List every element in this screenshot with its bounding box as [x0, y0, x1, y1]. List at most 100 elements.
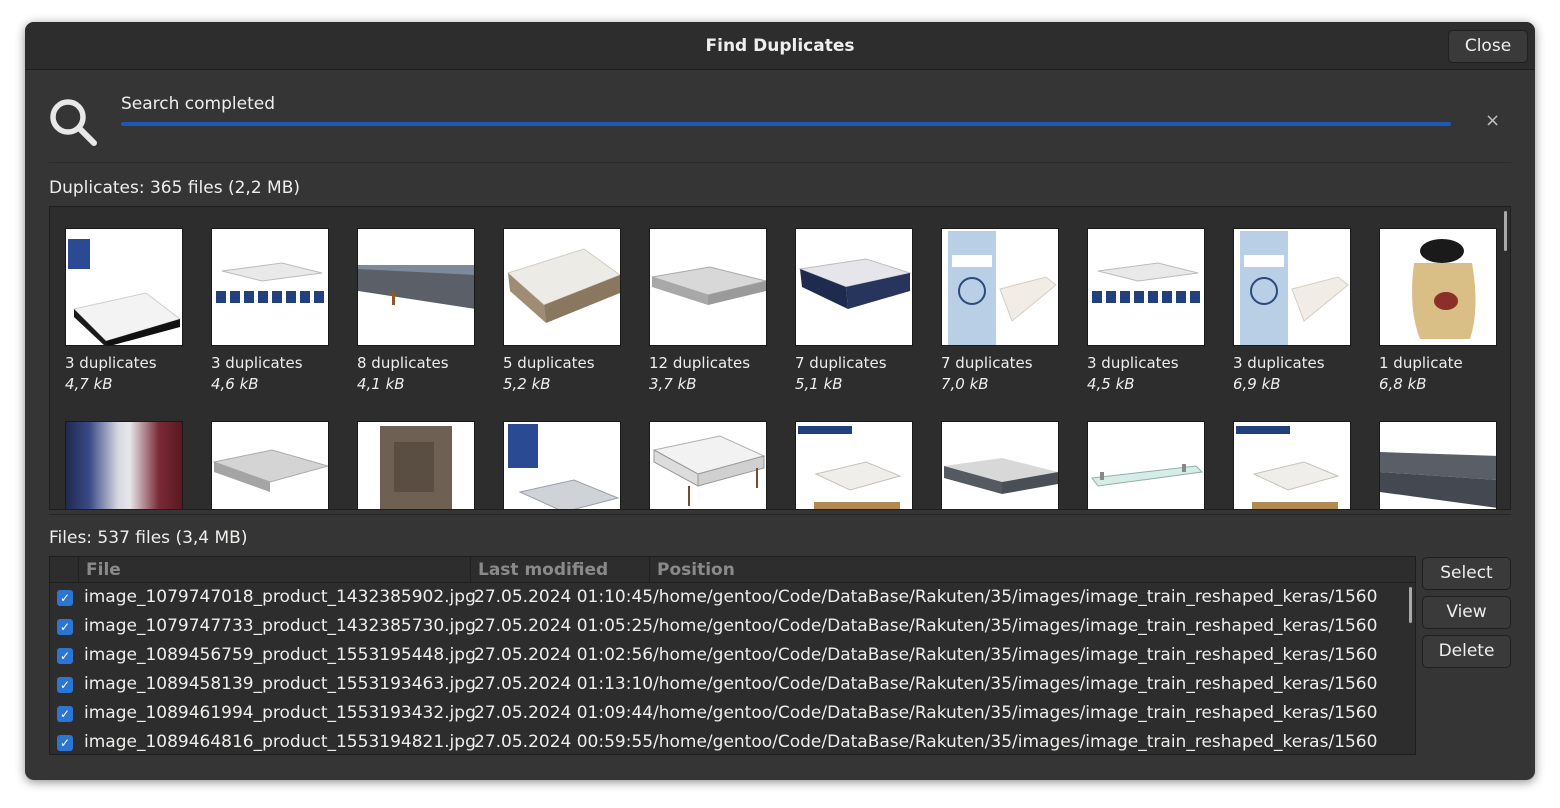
thumbnail-thin-mattress-2[interactable] — [211, 421, 329, 509]
last-modified-cell: 27.05.2024 00:59:55 — [474, 732, 654, 752]
shelf-image-icon — [1091, 464, 1204, 487]
duplicate-item[interactable] — [211, 421, 329, 509]
table-row[interactable]: ✓ image_1089456759_product_1553195448.jp… — [50, 643, 1410, 672]
thumbnail-topper-features[interactable] — [211, 228, 329, 346]
dismiss-search-icon[interactable]: × — [1485, 110, 1500, 131]
position-cell: /home/gentoo/Code/DataBase/Rakuten/35/im… — [653, 674, 1378, 694]
table-scrollbar[interactable] — [1409, 587, 1412, 623]
duplicate-item[interactable]: 5 duplicates 5,2 kB — [503, 228, 621, 393]
table-row[interactable]: ✓ image_1079747018_product_1432385902.jp… — [50, 585, 1410, 614]
duplicate-size: 4,5 kB — [1087, 375, 1135, 393]
table-header: File Last modified Position — [50, 557, 1415, 583]
close-button[interactable]: Close — [1448, 30, 1528, 63]
duplicate-item[interactable] — [65, 421, 183, 509]
duplicate-count: 8 duplicates — [357, 354, 449, 372]
thumbnail-dark-bed-base[interactable] — [1379, 421, 1497, 509]
grid-scrollbar[interactable] — [1504, 211, 1507, 251]
duplicates-grid[interactable]: 3 duplicates 4,7 kB 3 duplicates 4,6 kB … — [49, 206, 1511, 510]
thumbnail-blurred-product[interactable] — [357, 421, 475, 509]
position-cell: /home/gentoo/Code/DataBase/Rakuten/35/im… — [653, 732, 1378, 752]
duplicate-item[interactable]: 7 duplicates 7,0 kB — [941, 228, 1059, 393]
select-button[interactable]: Select — [1422, 557, 1511, 590]
duplicate-item[interactable] — [795, 421, 913, 509]
thumbnail-drawstring-bag[interactable] — [1379, 228, 1497, 346]
column-header-position[interactable]: Position — [649, 557, 1409, 583]
duplicate-item[interactable]: 3 duplicates 4,6 kB — [211, 228, 329, 393]
duplicate-size: 4,7 kB — [65, 375, 113, 393]
thumbnail-bed-base[interactable] — [357, 228, 475, 346]
thumbnail-navy-mattress[interactable] — [795, 228, 913, 346]
table-row[interactable]: ✓ image_1089461994_product_1553193432.jp… — [50, 701, 1410, 730]
position-cell: /home/gentoo/Code/DataBase/Rakuten/35/im… — [653, 703, 1378, 723]
mattress-image-icon — [798, 258, 912, 309]
thumbnail-ensemble-set-2[interactable] — [1233, 421, 1351, 509]
title-bar: Find Duplicates Close — [25, 22, 1535, 70]
bed-image-icon — [652, 435, 766, 506]
duplicate-item[interactable] — [1233, 421, 1351, 509]
duplicate-item[interactable]: 8 duplicates 4,1 kB — [357, 228, 475, 393]
thumbnail-thin-mattress[interactable] — [649, 228, 767, 346]
thumbnail-box-spring-set[interactable] — [503, 228, 621, 346]
duplicate-size: 5,2 kB — [503, 375, 551, 393]
duplicate-size: 4,6 kB — [211, 375, 259, 393]
thumbnail-blurred-fabric[interactable] — [65, 421, 183, 509]
row-checkbox[interactable]: ✓ — [57, 590, 73, 606]
certificate-image-icon — [948, 231, 1057, 345]
duplicate-item[interactable]: 3 duplicates 4,7 kB — [65, 228, 183, 393]
row-checkbox[interactable]: ✓ — [57, 706, 73, 722]
duplicate-item[interactable]: 12 duplicates 3,7 kB — [649, 228, 767, 393]
duplicate-item[interactable]: 1 duplicate 6,8 kB — [1379, 228, 1497, 393]
duplicate-count: 7 duplicates — [795, 354, 887, 372]
file-name-cell: image_1089464816_product_1553194821.jpg — [84, 732, 476, 752]
product-image-icon — [380, 426, 452, 509]
mattress-image-icon — [508, 424, 620, 509]
thumbnail-bed-frame[interactable] — [649, 421, 767, 509]
duplicate-item[interactable]: 7 duplicates 5,1 kB — [795, 228, 913, 393]
search-progress-bar — [121, 122, 1451, 126]
duplicate-size: 5,1 kB — [795, 375, 843, 393]
bed-base-image-icon — [1380, 452, 1496, 508]
view-button[interactable]: View — [1422, 596, 1511, 629]
duplicate-item[interactable]: 3 duplicates 6,9 kB — [1233, 228, 1351, 393]
duplicate-item[interactable] — [1087, 421, 1205, 509]
thumbnail-mattress-nuits-dor-2[interactable] — [503, 421, 621, 509]
last-modified-cell: 27.05.2024 01:05:25 — [474, 616, 654, 636]
delete-button[interactable]: Delete — [1422, 635, 1511, 668]
last-modified-cell: 27.05.2024 01:10:45 — [474, 587, 654, 607]
row-checkbox[interactable]: ✓ — [57, 619, 73, 635]
thumbnail-grey-mattress[interactable] — [941, 421, 1059, 509]
duplicate-item[interactable]: 3 duplicates 4,5 kB — [1087, 228, 1205, 393]
table-row[interactable]: ✓ image_1089464816_product_1553194821.jp… — [50, 730, 1410, 754]
row-checkbox[interactable]: ✓ — [57, 648, 73, 664]
duplicate-count: 3 duplicates — [1087, 354, 1179, 372]
last-modified-cell: 27.05.2024 01:13:10 — [474, 674, 654, 694]
duplicate-item[interactable] — [941, 421, 1059, 509]
duplicate-item[interactable] — [503, 421, 621, 509]
column-header-last-modified[interactable]: Last modified — [470, 557, 649, 583]
duplicate-count: 3 duplicates — [211, 354, 303, 372]
duplicate-size: 6,8 kB — [1379, 375, 1427, 393]
files-summary: Files: 537 files (3,4 MB) — [49, 528, 248, 548]
file-name-cell: image_1089458139_product_1553193463.jpg — [84, 674, 476, 694]
column-header-file[interactable]: File — [78, 557, 470, 583]
file-name-cell: image_1079747733_product_1432385730.jpg — [84, 616, 476, 636]
last-modified-cell: 27.05.2024 01:02:56 — [474, 645, 654, 665]
duplicate-count: 1 duplicate — [1379, 354, 1463, 372]
duplicate-item[interactable] — [357, 421, 475, 509]
row-checkbox[interactable]: ✓ — [57, 677, 73, 693]
thumbnail-glass-shelf[interactable] — [1087, 421, 1205, 509]
duplicate-item[interactable] — [649, 421, 767, 509]
files-table: File Last modified Position ✓ image_1079… — [49, 556, 1416, 755]
row-checkbox[interactable]: ✓ — [57, 735, 73, 751]
thumbnail-mattress-nuits-dor[interactable] — [65, 228, 183, 346]
search-icon — [50, 99, 97, 146]
progress-fill — [121, 122, 1451, 126]
thumbnail-topper-features-2[interactable] — [1087, 228, 1205, 346]
table-row[interactable]: ✓ image_1079747733_product_1432385730.jp… — [50, 614, 1410, 643]
thumbnail-ensemble-set[interactable] — [795, 421, 913, 509]
thumbnail-oeko-tex-label-2[interactable] — [1233, 228, 1351, 346]
duplicate-item[interactable] — [1379, 421, 1497, 509]
position-cell: /home/gentoo/Code/DataBase/Rakuten/35/im… — [653, 616, 1378, 636]
thumbnail-oeko-tex-label[interactable] — [941, 228, 1059, 346]
table-row[interactable]: ✓ image_1089458139_product_1553193463.jp… — [50, 672, 1410, 701]
